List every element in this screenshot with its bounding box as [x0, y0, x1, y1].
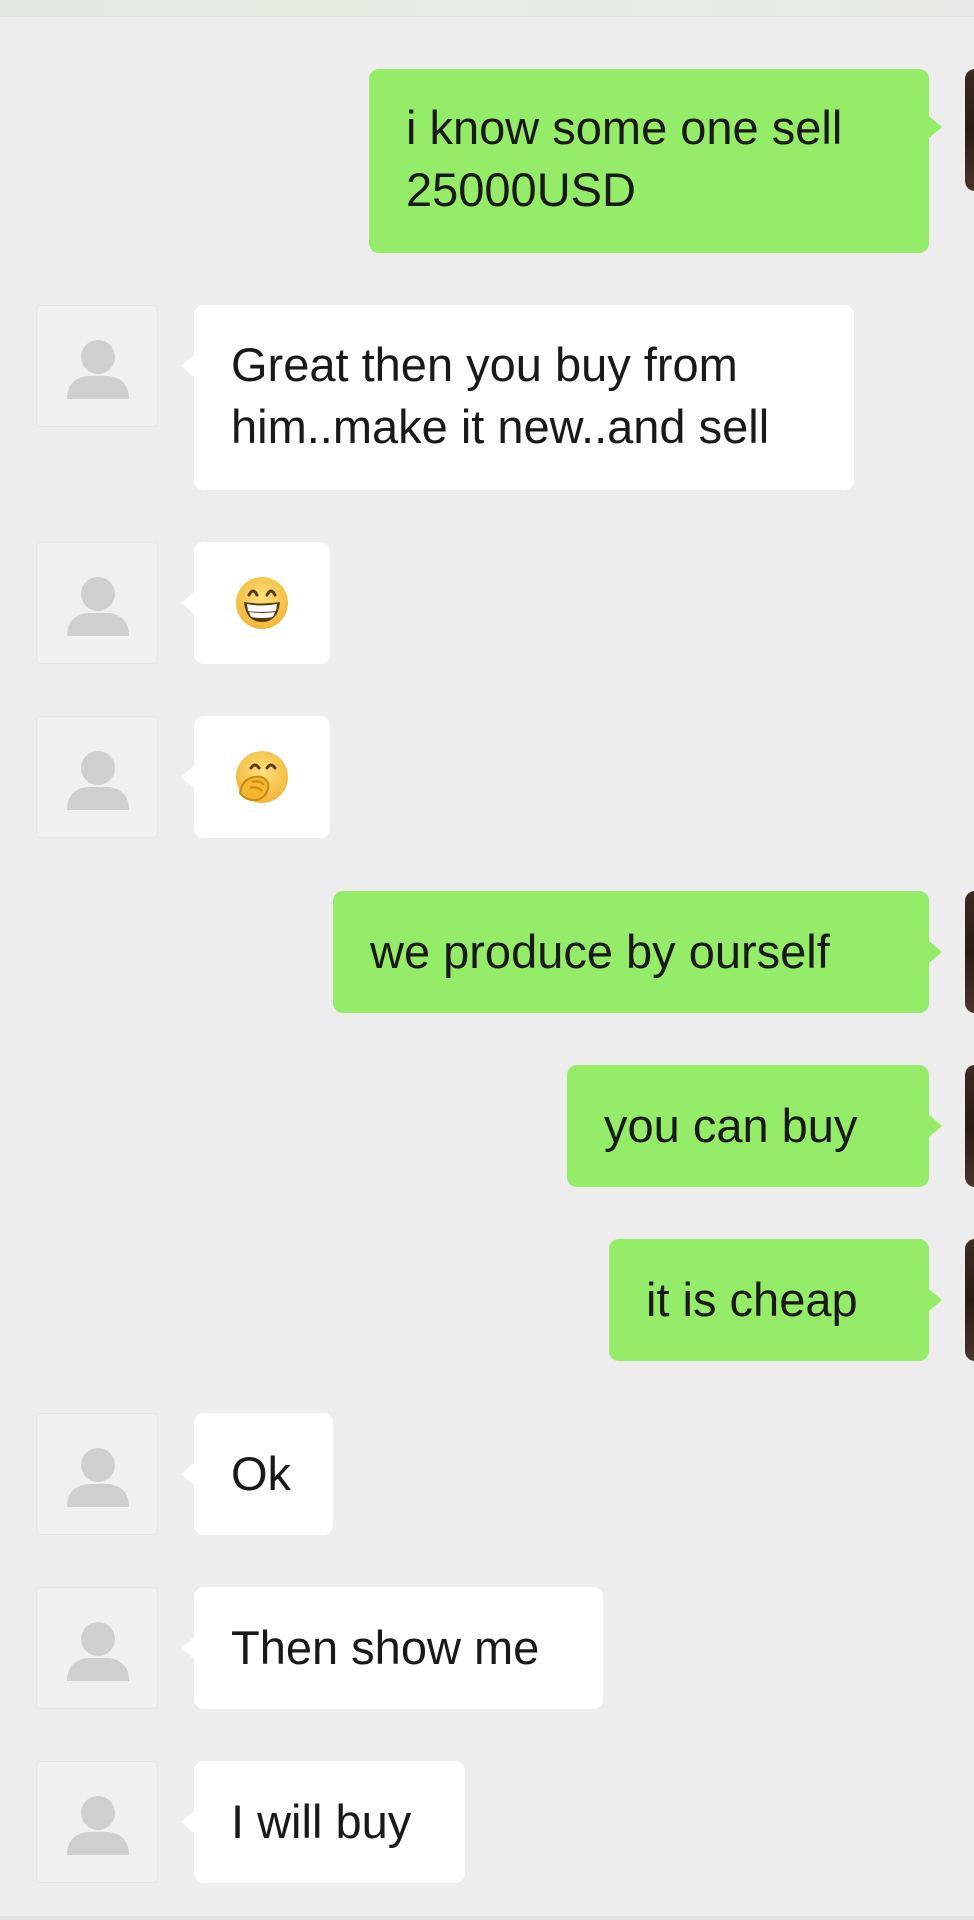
default-avatar-icon — [67, 1796, 129, 1855]
message-text-line: you can buy — [604, 1099, 858, 1152]
sent-message-bubble[interactable]: it is cheap — [609, 1239, 929, 1361]
message-text-line: Ok — [231, 1447, 292, 1500]
message-text-line: it is cheap — [646, 1273, 858, 1326]
message-text-line: i know some one sell — [406, 101, 843, 154]
contact-avatar[interactable] — [36, 716, 158, 838]
chat-screen: i know some one sell 25000USD Great then… — [0, 0, 974, 1920]
default-avatar-icon — [67, 1622, 129, 1681]
bubble-tail — [929, 116, 942, 138]
received-message-bubble[interactable]: Great then you buy from him..make it new… — [194, 305, 854, 490]
message-text-line: I will buy — [231, 1795, 412, 1848]
bubble-tail — [181, 592, 194, 614]
default-avatar-icon — [67, 577, 129, 636]
bubble-tail — [181, 766, 194, 788]
sent-message-bubble[interactable]: i know some one sell 25000USD — [369, 69, 929, 253]
default-avatar-icon — [67, 340, 129, 399]
sent-message-bubble[interactable]: we produce by ourself — [333, 891, 929, 1013]
sent-message-bubble[interactable]: you can buy — [567, 1065, 929, 1187]
contact-avatar[interactable] — [36, 1413, 158, 1535]
message-text-line: we produce by ourself — [370, 925, 830, 978]
message-text-line: him..make it new..and sell — [231, 400, 770, 453]
bubble-tail — [181, 355, 194, 377]
bubble-tail — [181, 1811, 194, 1833]
message-text-line: 25000USD — [406, 163, 636, 216]
bubble-tail — [929, 941, 942, 963]
contact-avatar[interactable] — [36, 1587, 158, 1709]
default-avatar-icon — [67, 1448, 129, 1507]
received-emoji-bubble[interactable] — [194, 542, 330, 664]
bubble-tail — [181, 1463, 194, 1485]
my-avatar[interactable] — [965, 1065, 974, 1187]
top-bar-edge — [0, 0, 974, 17]
message-text-line: Great then you buy from — [231, 338, 738, 391]
bubble-tail — [929, 1115, 942, 1137]
face-with-hand-over-mouth-icon — [236, 751, 288, 803]
my-avatar[interactable] — [965, 1239, 974, 1361]
default-avatar-icon — [67, 751, 129, 810]
contact-avatar[interactable] — [36, 542, 158, 664]
input-bar-edge — [0, 1916, 974, 1920]
received-message-bubble[interactable]: Ok — [194, 1413, 333, 1535]
bubble-tail — [929, 1289, 942, 1311]
my-avatar[interactable] — [965, 891, 974, 1013]
received-emoji-bubble[interactable] — [194, 716, 330, 838]
received-message-bubble[interactable]: Then show me — [194, 1587, 603, 1709]
bubble-tail — [181, 1637, 194, 1659]
contact-avatar[interactable] — [36, 305, 158, 427]
received-message-bubble[interactable]: I will buy — [194, 1761, 465, 1883]
my-avatar[interactable] — [965, 69, 974, 191]
message-text-line: Then show me — [231, 1621, 540, 1674]
grinning-face-icon — [236, 577, 288, 629]
contact-avatar[interactable] — [36, 1761, 158, 1883]
